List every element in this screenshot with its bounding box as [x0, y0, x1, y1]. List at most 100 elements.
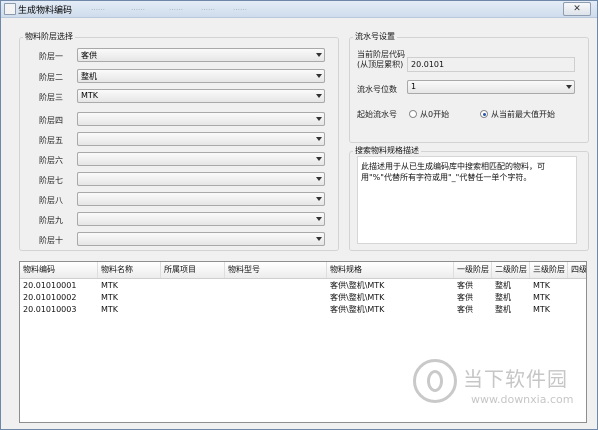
chevron-down-icon	[316, 74, 322, 78]
watermark-url: www.downxia.com	[471, 393, 574, 406]
level-3-select[interactable]: MTK	[77, 89, 325, 103]
level-2-select[interactable]: 整机	[77, 69, 325, 83]
faded-title-fragment: ……	[169, 4, 183, 12]
level-1-value: 客供	[81, 51, 97, 60]
watermark-logo-icon	[413, 359, 457, 403]
col-header-model[interactable]: 物料型号	[225, 262, 327, 278]
cell-level-4	[568, 280, 586, 292]
level-1-label: 阶层一	[39, 52, 63, 61]
col-header-level-3[interactable]: 三级阶层	[530, 262, 568, 278]
cell-project	[161, 280, 225, 292]
cell-project	[161, 292, 225, 304]
chevron-down-icon	[566, 85, 572, 89]
col-header-project[interactable]: 所属项目	[161, 262, 225, 278]
search-description-textarea[interactable]: 此描述用于从已生成编码库中搜索相匹配的物料，可用"%"代替所有字符或用"_"代替…	[357, 156, 577, 244]
col-header-name[interactable]: 物料名称	[98, 262, 161, 278]
cell-name: MTK	[101, 281, 119, 290]
table-row[interactable]: 20.01010002 MTK 客供\整机\MTK 客供 整机 MTK	[20, 292, 586, 304]
level-4-select[interactable]	[77, 112, 325, 126]
cell-level-1: 客供	[457, 305, 473, 314]
cell-level-2: 整机	[495, 293, 511, 302]
cell-spec: 客供\整机\MTK	[330, 281, 385, 290]
search-description-text: 此描述用于从已生成编码库中搜索相匹配的物料，可用"%"代替所有字符或用"_"代替…	[361, 162, 545, 182]
chevron-down-icon	[316, 217, 322, 221]
cell-level-4	[568, 292, 586, 304]
digits-value: 1	[411, 82, 417, 91]
chevron-down-icon	[316, 237, 322, 241]
cell-level-1: 客供	[457, 281, 473, 290]
level-9-label: 阶层九	[39, 216, 63, 225]
chevron-down-icon	[316, 137, 322, 141]
watermark-text: 当下软件园	[463, 367, 568, 391]
level-9-select[interactable]	[77, 212, 325, 226]
col-header-level-4[interactable]: 四级	[568, 262, 586, 278]
level-8-label: 阶层八	[39, 196, 63, 205]
generate-material-code-window: 生成物料编码 …… …… …… …… …… ✕ 物料阶层选择 阶层一 客供 阶层…	[0, 0, 598, 430]
col-header-level-1[interactable]: 一级阶层	[454, 262, 492, 278]
level-4-label: 阶层四	[39, 116, 63, 125]
cell-code: 20.01010001	[23, 281, 77, 290]
serial-group-title: 流水号设置	[353, 31, 397, 42]
title-bar: 生成物料编码 …… …… …… …… …… ✕	[1, 1, 597, 18]
close-button[interactable]: ✕	[563, 2, 591, 16]
cell-level-2: 整机	[495, 305, 511, 314]
cell-code: 20.01010002	[23, 293, 77, 302]
start-from-zero-label[interactable]: 从0开始	[420, 109, 449, 120]
cell-model	[225, 292, 327, 304]
cell-level-1: 客供	[457, 293, 473, 302]
cell-spec: 客供\整机\MTK	[330, 293, 385, 302]
level-5-select[interactable]	[77, 132, 325, 146]
start-from-zero-radio[interactable]	[409, 110, 417, 118]
cell-level-4	[568, 304, 586, 316]
chevron-down-icon	[316, 177, 322, 181]
level-10-label: 阶层十	[39, 236, 63, 245]
table-row[interactable]: 20.01010003 MTK 客供\整机\MTK 客供 整机 MTK	[20, 304, 586, 316]
chevron-down-icon	[316, 94, 322, 98]
col-header-spec[interactable]: 物料规格	[327, 262, 454, 278]
level-2-label: 阶层二	[39, 73, 63, 82]
cell-code: 20.01010003	[23, 305, 77, 314]
level-7-select[interactable]	[77, 172, 325, 186]
search-group-title: 搜索物料规格描述	[353, 145, 421, 156]
current-code-sublabel: (从顶层累积)	[357, 60, 404, 69]
level-6-select[interactable]	[77, 152, 325, 166]
chevron-down-icon	[316, 197, 322, 201]
digits-label: 流水号位数	[357, 85, 397, 94]
level-6-label: 阶层六	[39, 156, 63, 165]
level-5-label: 阶层五	[39, 136, 63, 145]
level-1-select[interactable]: 客供	[77, 48, 325, 62]
cell-project	[161, 304, 225, 316]
faded-title-fragment: ……	[233, 4, 247, 12]
start-from-max-label[interactable]: 从当前最大值开始	[491, 109, 555, 120]
faded-title-fragment: ……	[131, 4, 145, 12]
faded-title-fragment: ……	[201, 4, 215, 12]
window-title: 生成物料编码	[18, 6, 73, 16]
chevron-down-icon	[316, 117, 322, 121]
level-3-value: MTK	[81, 91, 99, 100]
level-group-title: 物料阶层选择	[23, 31, 75, 42]
current-code-value: 20.0101	[411, 60, 445, 69]
cell-name: MTK	[101, 293, 119, 302]
cell-model	[225, 304, 327, 316]
cell-name: MTK	[101, 305, 119, 314]
cell-level-3: MTK	[533, 281, 551, 290]
cell-level-2: 整机	[495, 281, 511, 290]
level-7-label: 阶层七	[39, 176, 63, 185]
cell-level-3: MTK	[533, 305, 551, 314]
level-10-select[interactable]	[77, 232, 325, 246]
level-2-value: 整机	[81, 72, 97, 81]
cell-spec: 客供\整机\MTK	[330, 305, 385, 314]
start-serial-label: 起始流水号	[357, 110, 397, 119]
start-from-max-radio[interactable]	[480, 110, 488, 118]
table-row[interactable]: 20.01010001 MTK 客供\整机\MTK 客供 整机 MTK	[20, 280, 586, 292]
level-8-select[interactable]	[77, 192, 325, 206]
digits-select[interactable]: 1	[407, 80, 575, 94]
cell-model	[225, 280, 327, 292]
col-header-code[interactable]: 物料编码	[20, 262, 98, 278]
chevron-down-icon	[316, 53, 322, 57]
col-header-level-2[interactable]: 二级阶层	[492, 262, 530, 278]
chevron-down-icon	[316, 157, 322, 161]
faded-title-fragment: ……	[91, 4, 105, 12]
table-header: 物料编码 物料名称 所属项目 物料型号 物料规格 一级阶层 二级阶层 三级阶层 …	[20, 262, 586, 279]
app-icon	[4, 3, 16, 15]
